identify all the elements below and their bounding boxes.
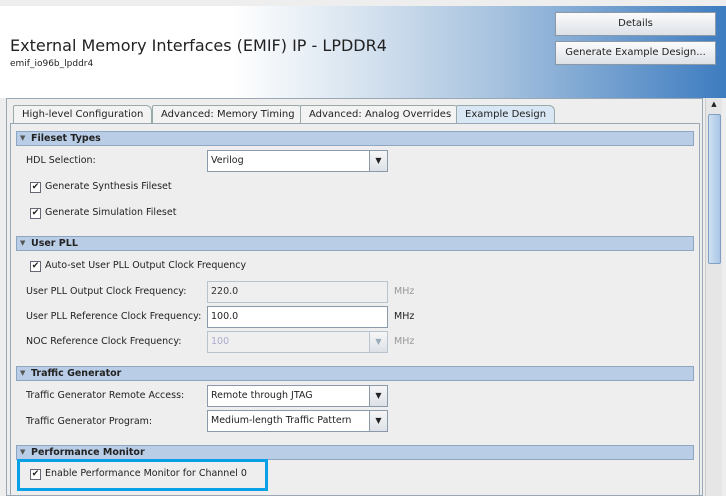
hdl-selection-value: Verilog <box>211 155 244 166</box>
noc-reference-value: 100 <box>211 336 230 347</box>
section-title: Fileset Types <box>31 133 101 144</box>
generate-example-design-button[interactable]: Generate Example Design... <box>555 41 716 65</box>
pll-output-field[interactable]: 220.0 <box>207 281 388 303</box>
tab-advanced-memory-timing[interactable]: Advanced: Memory Timing <box>152 105 304 124</box>
section-title: Traffic Generator <box>31 368 122 379</box>
pll-reference-label: User PLL Reference Clock Frequency: <box>26 311 202 322</box>
autoset-pll-label: Auto-set User PLL Output Clock Frequency <box>45 260 247 271</box>
tab-example-design[interactable]: Example Design <box>456 105 556 124</box>
details-button[interactable]: Details <box>555 12 716 36</box>
noc-reference-label: NOC Reference Clock Frequency: <box>26 336 182 347</box>
collapse-triangle-icon: ▼ <box>20 134 26 142</box>
scroll-up-icon[interactable]: ▲ <box>708 100 720 112</box>
chevron-down-icon[interactable]: ▼ <box>369 411 387 431</box>
noc-reference-unit: MHz <box>394 336 415 347</box>
section-performance-monitor[interactable]: ▼ Performance Monitor <box>16 445 694 460</box>
tab-advanced-analog-overrides[interactable]: Advanced: Analog Overrides <box>300 105 461 124</box>
remote-access-label: Traffic Generator Remote Access: <box>26 390 185 401</box>
collapse-triangle-icon: ▼ <box>20 369 26 377</box>
instance-name: emif_io96b_lpddr4 <box>10 59 94 69</box>
traffic-program-value: Medium-length Traffic Pattern <box>211 415 352 426</box>
chevron-down-icon[interactable]: ▼ <box>369 151 387 171</box>
page-title: External Memory Interfaces (EMIF) IP - L… <box>10 36 387 55</box>
pll-output-label: User PLL Output Clock Frequency: <box>26 286 187 297</box>
autoset-pll-checkbox[interactable]: ✔ <box>30 261 41 272</box>
pll-reference-field[interactable]: 100.0 <box>207 306 388 328</box>
vertical-scrollbar[interactable]: ▲ <box>705 98 722 496</box>
collapse-triangle-icon: ▼ <box>20 239 26 247</box>
scrollbar-thumb[interactable] <box>708 114 721 264</box>
remote-access-value: Remote through JTAG <box>211 390 313 401</box>
section-title: Performance Monitor <box>31 447 145 458</box>
traffic-program-label: Traffic Generator Program: <box>26 416 153 427</box>
synthesis-checkbox[interactable]: ✔ <box>30 182 41 193</box>
pll-reference-unit: MHz <box>394 311 415 322</box>
remote-access-combo[interactable]: Remote through JTAG ▼ <box>207 385 388 407</box>
tab-high-level-configuration[interactable]: High-level Configuration <box>13 105 153 124</box>
perf-monitor-checkbox[interactable]: ✔ <box>30 469 41 480</box>
pll-output-unit: MHz <box>394 286 415 297</box>
section-fileset-types[interactable]: ▼ Fileset Types <box>16 131 694 146</box>
simulation-label: Generate Simulation Fileset <box>45 207 177 218</box>
section-user-pll[interactable]: ▼ User PLL <box>16 236 694 251</box>
synthesis-label: Generate Synthesis Fileset <box>45 181 172 192</box>
perf-monitor-label: Enable Performance Monitor for Channel 0 <box>45 468 247 479</box>
chevron-down-icon: ▼ <box>369 332 387 352</box>
simulation-checkbox[interactable]: ✔ <box>30 208 41 219</box>
hdl-selection-combo[interactable]: Verilog ▼ <box>207 150 388 172</box>
chevron-down-icon[interactable]: ▼ <box>369 386 387 406</box>
collapse-triangle-icon: ▼ <box>20 448 26 456</box>
traffic-program-combo[interactable]: Medium-length Traffic Pattern ▼ <box>207 410 388 432</box>
section-traffic-generator[interactable]: ▼ Traffic Generator <box>16 366 694 381</box>
hdl-selection-label: HDL Selection: <box>26 155 96 166</box>
noc-reference-combo[interactable]: 100 ▼ <box>207 331 388 353</box>
section-title: User PLL <box>31 238 78 249</box>
